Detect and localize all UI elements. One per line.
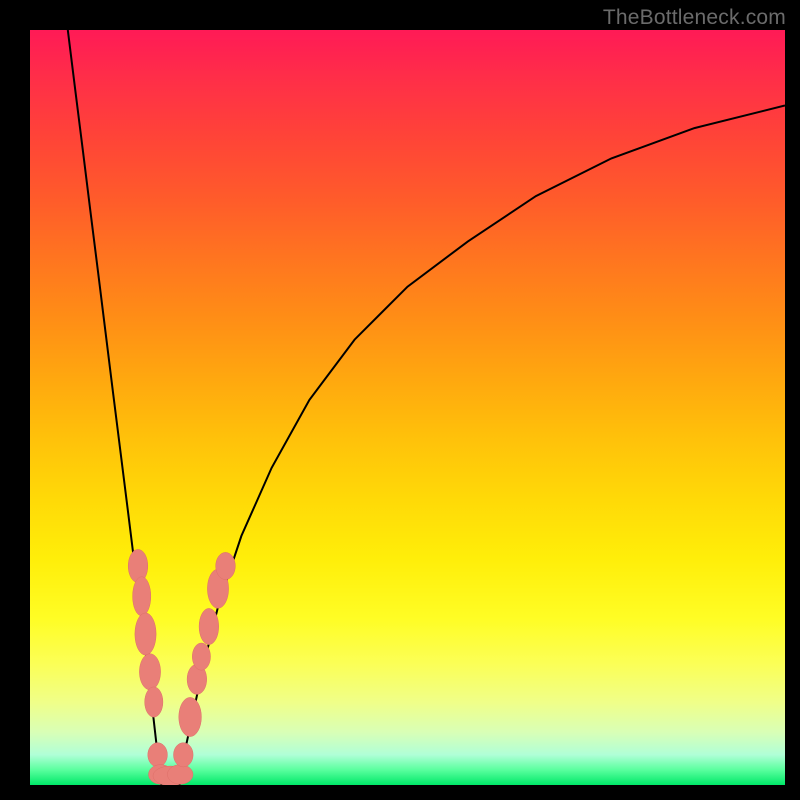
watermark-text: TheBottleneck.com: [603, 6, 786, 30]
bead-marker: [192, 643, 210, 670]
bead-marker: [145, 687, 163, 717]
bead-marker: [174, 743, 194, 767]
bead-marker: [199, 608, 219, 644]
bead-marker: [216, 552, 236, 579]
bead-marker: [133, 577, 151, 616]
bead-marker: [148, 743, 168, 767]
right-branch-curve: [180, 106, 786, 786]
plot-area: [30, 30, 785, 785]
bead-marker: [167, 765, 193, 785]
bead-marker: [135, 613, 156, 655]
chart-svg: [30, 30, 785, 785]
bead-cluster: [128, 549, 235, 785]
bead-marker: [139, 654, 160, 690]
chart-frame: TheBottleneck.com: [0, 0, 800, 800]
bead-marker: [179, 697, 202, 736]
